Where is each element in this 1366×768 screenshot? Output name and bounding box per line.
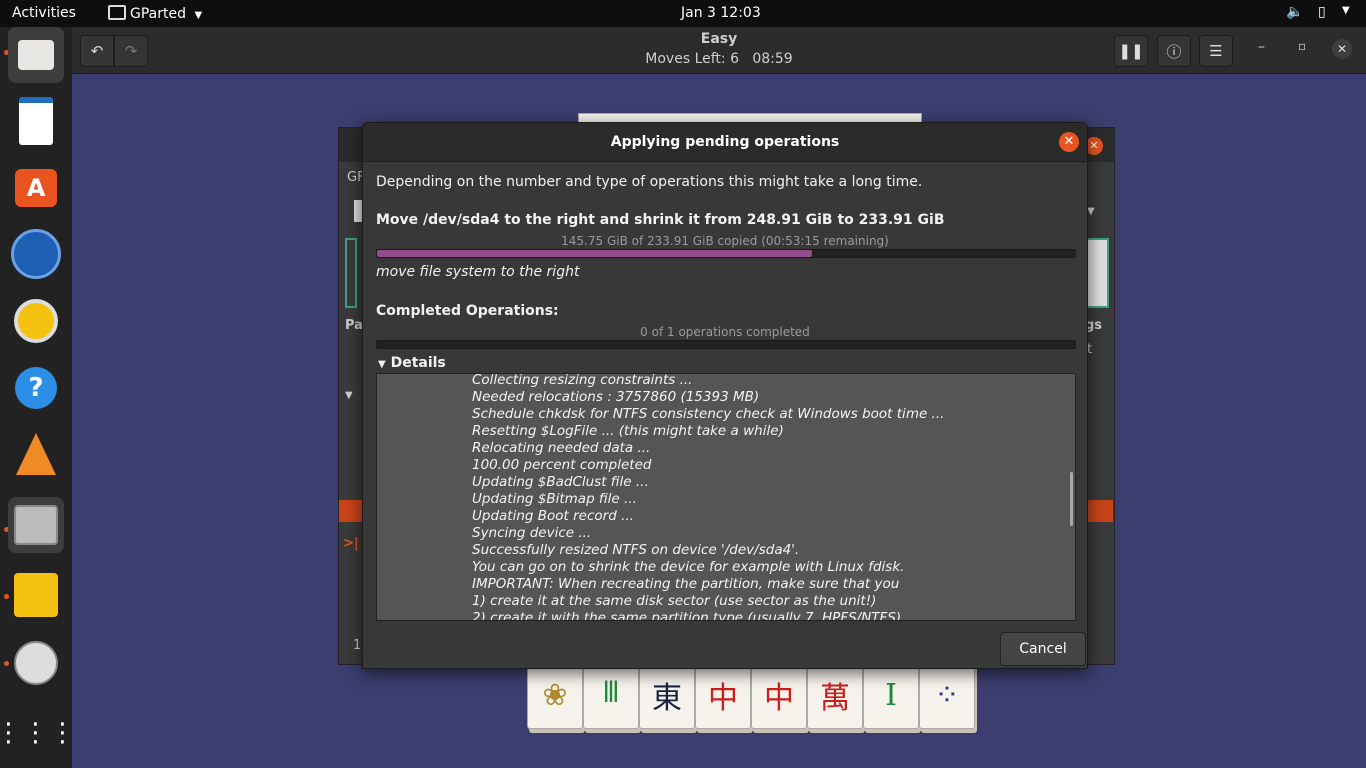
details-line: Updating Boot record ... xyxy=(472,508,634,524)
cancel-button[interactable]: Cancel xyxy=(1000,632,1086,666)
thunderbird-icon[interactable] xyxy=(8,226,64,282)
dock: A ? ⋮⋮⋮ xyxy=(0,27,76,768)
mahjong-tile[interactable]: 萬 xyxy=(807,661,863,729)
details-line: Updating $BadClust file ... xyxy=(472,474,649,490)
dialog-title: Applying pending operations xyxy=(363,123,1087,162)
game-timer: 08:59 xyxy=(752,51,793,67)
selected-row-left xyxy=(339,500,363,522)
gparted-dock-icon[interactable] xyxy=(8,497,64,553)
volume-icon[interactable]: 🔈 xyxy=(1286,4,1303,20)
software-icon[interactable]: A xyxy=(8,160,64,216)
mahjong-tile[interactable]: ⁘ xyxy=(919,661,975,729)
help-circle-icon: ⓘ xyxy=(1166,42,1182,61)
mahjong-tile[interactable]: 東 xyxy=(639,661,695,729)
mahjong-tile[interactable]: 中 xyxy=(751,661,807,729)
details-line: IMPORTANT: When recreating the partition… xyxy=(472,576,900,592)
dialog-close-button[interactable]: ✕ xyxy=(1059,132,1079,152)
pause-icon: ❚❚ xyxy=(1118,42,1144,60)
completed-text: 0 of 1 operations completed xyxy=(640,325,810,339)
completed-progress-bar xyxy=(376,340,1076,349)
mahjongg-icon[interactable] xyxy=(8,635,64,691)
battery-icon[interactable]: ▯ xyxy=(1318,4,1326,20)
details-label: Details xyxy=(390,355,446,371)
current-progress-text: 145.75 GiB of 233.91 GiB copied (00:53:1… xyxy=(561,234,889,248)
details-line: 2) create it with the same partition typ… xyxy=(472,610,902,621)
details-line: You can go on to shrink the device for e… xyxy=(472,559,905,575)
details-log[interactable]: Collecting resizing constraints ... Neede… xyxy=(376,373,1076,621)
mahjong-tile[interactable]: 中 xyxy=(695,661,751,729)
current-progress-bar xyxy=(376,249,1076,258)
app-menu[interactable]: GParted ▼ xyxy=(108,5,202,22)
pending-op-icon: >| xyxy=(343,536,359,551)
details-line: Schedule chkdsk for NTFS consistency che… xyxy=(472,406,945,422)
details-line: Updating $Bitmap file ... xyxy=(472,491,637,507)
expander-icon[interactable]: ▼ xyxy=(345,390,353,401)
app-menu-label: GParted xyxy=(130,6,186,22)
apply-operations-dialog: Applying pending operations ✕ Depending … xyxy=(362,122,1088,669)
calculator-icon[interactable] xyxy=(8,567,64,623)
header-bar: ↶ ↷ Easy Moves Left: 6 08:59 ❚❚ ⓘ ☰ – ▫ … xyxy=(72,27,1366,74)
dialog-intro: Depending on the number and type of oper… xyxy=(376,174,923,190)
status-count: 1 xyxy=(353,638,362,653)
rhythmbox-icon[interactable] xyxy=(8,293,64,349)
details-line: 100.00 percent completed xyxy=(472,457,652,473)
moves-left: Moves Left: 6 xyxy=(645,51,739,67)
hamburger-icon: ☰ xyxy=(1209,42,1223,60)
minimize-button[interactable]: – xyxy=(1258,39,1265,55)
mahjong-tile[interactable]: 𝍫 xyxy=(583,661,639,729)
details-line: Resetting $LogFile ... (this might take … xyxy=(472,423,784,439)
top-bar: Activities GParted ▼ Jan 3 12:03 🔈 ▯ ▼ xyxy=(0,0,1366,27)
expander-down-icon: ▼ xyxy=(378,359,386,370)
help-button[interactable]: ⓘ xyxy=(1157,35,1191,67)
completed-label: Completed Operations: xyxy=(376,303,559,319)
selected-row-right xyxy=(1085,500,1113,522)
sub-operation: move file system to the right xyxy=(376,264,580,280)
current-progress-fill xyxy=(377,250,812,257)
current-operation: Move /dev/sda4 to the right and shrink i… xyxy=(376,212,945,228)
partition-graph-left xyxy=(345,238,357,308)
clock[interactable]: Jan 3 12:03 xyxy=(681,5,761,21)
close-window-button[interactable]: ✕ xyxy=(1332,39,1352,59)
gparted-app-icon xyxy=(108,5,126,20)
activities-button[interactable]: Activities xyxy=(12,5,76,21)
details-line: Relocating needed data ... xyxy=(472,440,651,456)
close-icon: ✕ xyxy=(1063,134,1075,149)
files-icon[interactable] xyxy=(8,27,64,83)
mahjong-tile[interactable]: ❀ xyxy=(527,661,583,729)
details-expander[interactable]: ▼ Details xyxy=(378,355,446,371)
vlc-icon[interactable] xyxy=(8,426,64,482)
pause-button[interactable]: ❚❚ xyxy=(1114,35,1148,67)
writer-icon[interactable] xyxy=(8,93,64,149)
details-line: 1) create it at the same disk sector (us… xyxy=(472,593,877,609)
partition-graph-right xyxy=(1085,238,1109,308)
help-icon[interactable]: ? xyxy=(8,360,64,416)
mahjong-tile[interactable]: I xyxy=(863,661,919,729)
details-scrollbar[interactable] xyxy=(1070,472,1073,526)
device-chevron-icon[interactable]: ▼ xyxy=(1087,206,1095,217)
details-line: Successfully resized NTFS on device '/de… xyxy=(472,542,800,558)
chevron-down-icon: ▼ xyxy=(194,10,203,21)
system-menu-chevron-icon[interactable]: ▼ xyxy=(1342,5,1350,16)
column-header-partition: Pa xyxy=(345,318,363,333)
menu-button[interactable]: ☰ xyxy=(1199,35,1233,67)
show-apps-icon[interactable]: ⋮⋮⋮ xyxy=(0,705,76,761)
details-line: Needed relocations : 3757860 (15393 MB) xyxy=(472,389,760,405)
maximize-button[interactable]: ▫ xyxy=(1298,39,1306,53)
details-line: Collecting resizing constraints ... xyxy=(472,373,693,388)
details-line: Syncing device ... xyxy=(472,525,592,541)
